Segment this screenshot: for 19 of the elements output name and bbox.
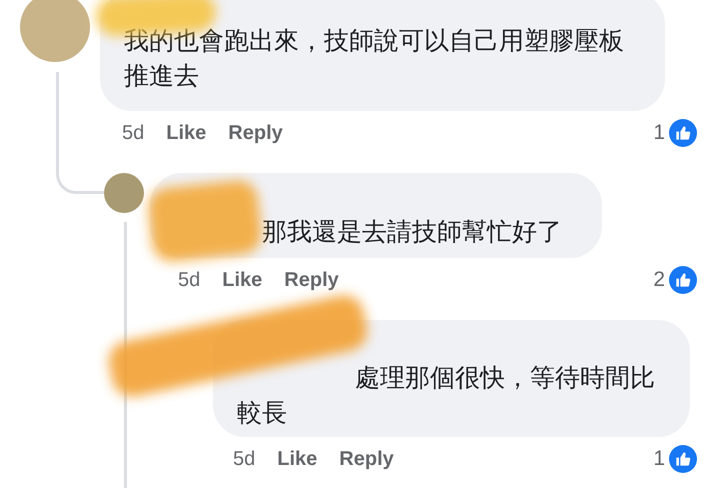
comment-time: 5d [233, 447, 256, 472]
reply-link[interactable]: Reply [228, 118, 283, 148]
thumbs-up-icon [669, 266, 697, 294]
comment-time: 5d [178, 268, 200, 293]
like-link[interactable]: Like [222, 265, 262, 295]
thumbs-up-icon [669, 445, 697, 473]
avatar-photo-placeholder[interactable] [104, 173, 144, 213]
reaction-count: 1 [653, 120, 665, 146]
reply-link[interactable]: Reply [284, 265, 339, 295]
thumbs-up-icon [669, 119, 697, 147]
like-link[interactable]: Like [277, 444, 318, 474]
comment-text: 處理那個很快，等待時間比較長 [237, 363, 656, 429]
reaction-count: 1 [653, 446, 665, 472]
comment-time: 5d [122, 121, 144, 146]
like-link[interactable]: Like [166, 118, 206, 148]
reaction-count: 2 [653, 267, 665, 294]
reply-link[interactable]: Reply [339, 444, 394, 474]
comment-text: 我的也會跑出來，技師說可以自己用塑膠壓板推進去 [124, 26, 625, 92]
comment-text: 那我還是去請技師幫忙好了 [261, 217, 563, 248]
